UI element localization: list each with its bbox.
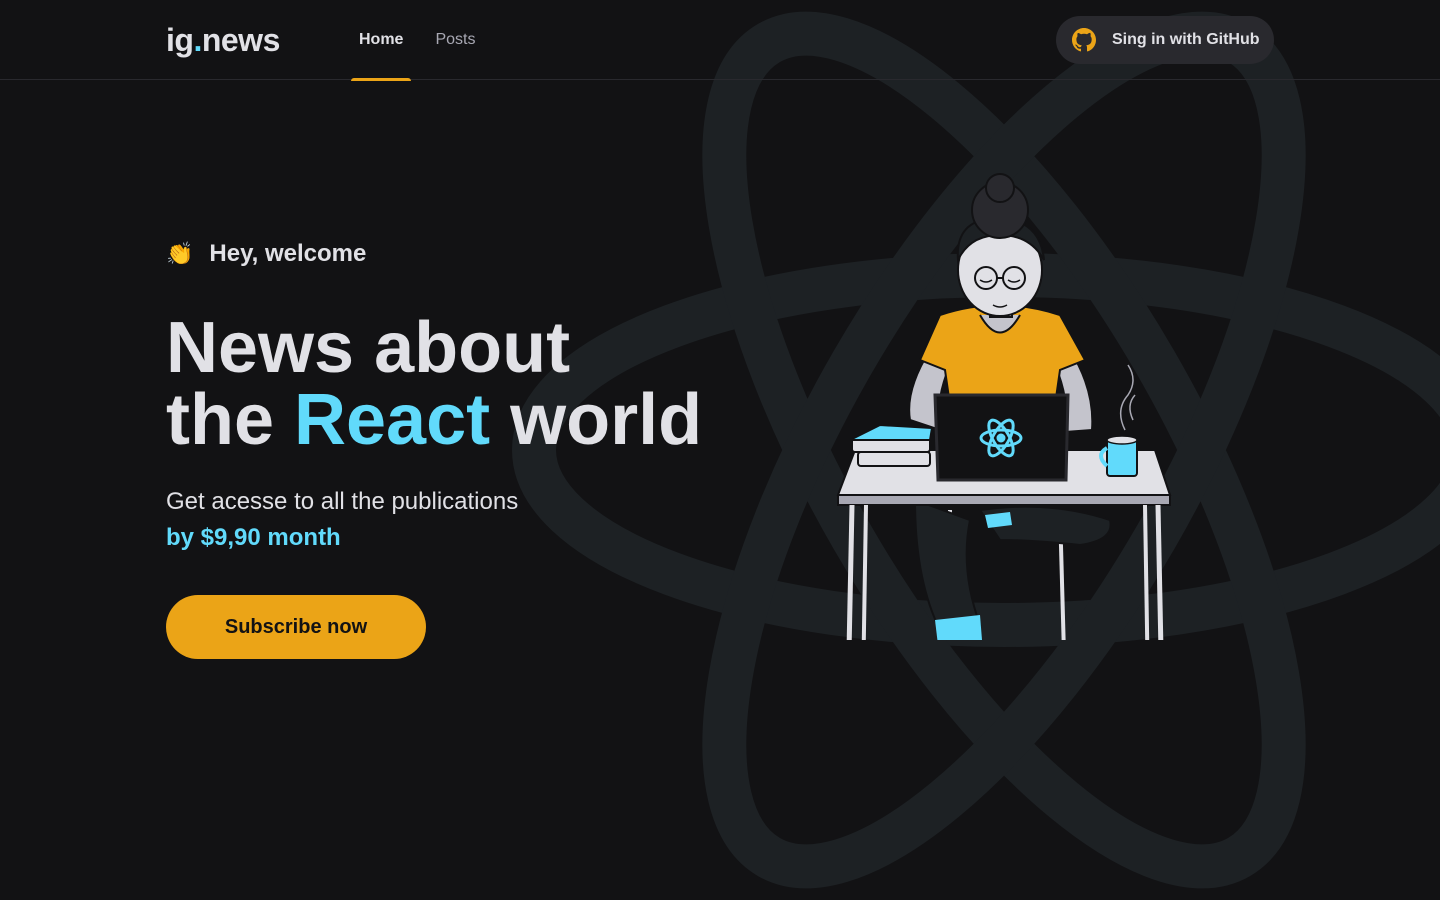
nav-link-posts[interactable]: Posts — [427, 0, 483, 80]
nav-link-home[interactable]: Home — [351, 0, 412, 81]
signin-label: Sing in with GitHub — [1112, 31, 1260, 48]
hero-section: 👏 Hey, welcome News about the React worl… — [0, 80, 1440, 900]
subscribe-button[interactable]: Subscribe now — [166, 595, 426, 659]
site-header: ig.news Home Posts Sing in with GitHub — [0, 0, 1440, 81]
girl-coding-illustration — [836, 173, 1172, 640]
headline-the: the — [166, 380, 274, 460]
github-icon — [1072, 28, 1096, 52]
clapping-hands-icon: 👏 — [166, 241, 194, 266]
signin-github-button[interactable]: Sing in with GitHub — [1056, 16, 1274, 64]
price-text: by $9,90 month — [166, 524, 341, 551]
welcome-line: 👏 Hey, welcome — [166, 240, 366, 268]
headline-accent: React — [294, 380, 491, 460]
welcome-text: Hey, welcome — [209, 240, 367, 267]
subtitle-text: Get acesse to all the publications — [166, 488, 519, 515]
headline-world: world — [510, 380, 703, 460]
hero-headline: News about the React world — [166, 312, 702, 456]
hero-subtitle: Get acesse to all the publications by $9… — [166, 484, 518, 556]
logo[interactable]: ig.news — [166, 22, 280, 59]
main-nav: Home Posts — [351, 0, 499, 81]
headline-line1: News about — [166, 308, 571, 388]
